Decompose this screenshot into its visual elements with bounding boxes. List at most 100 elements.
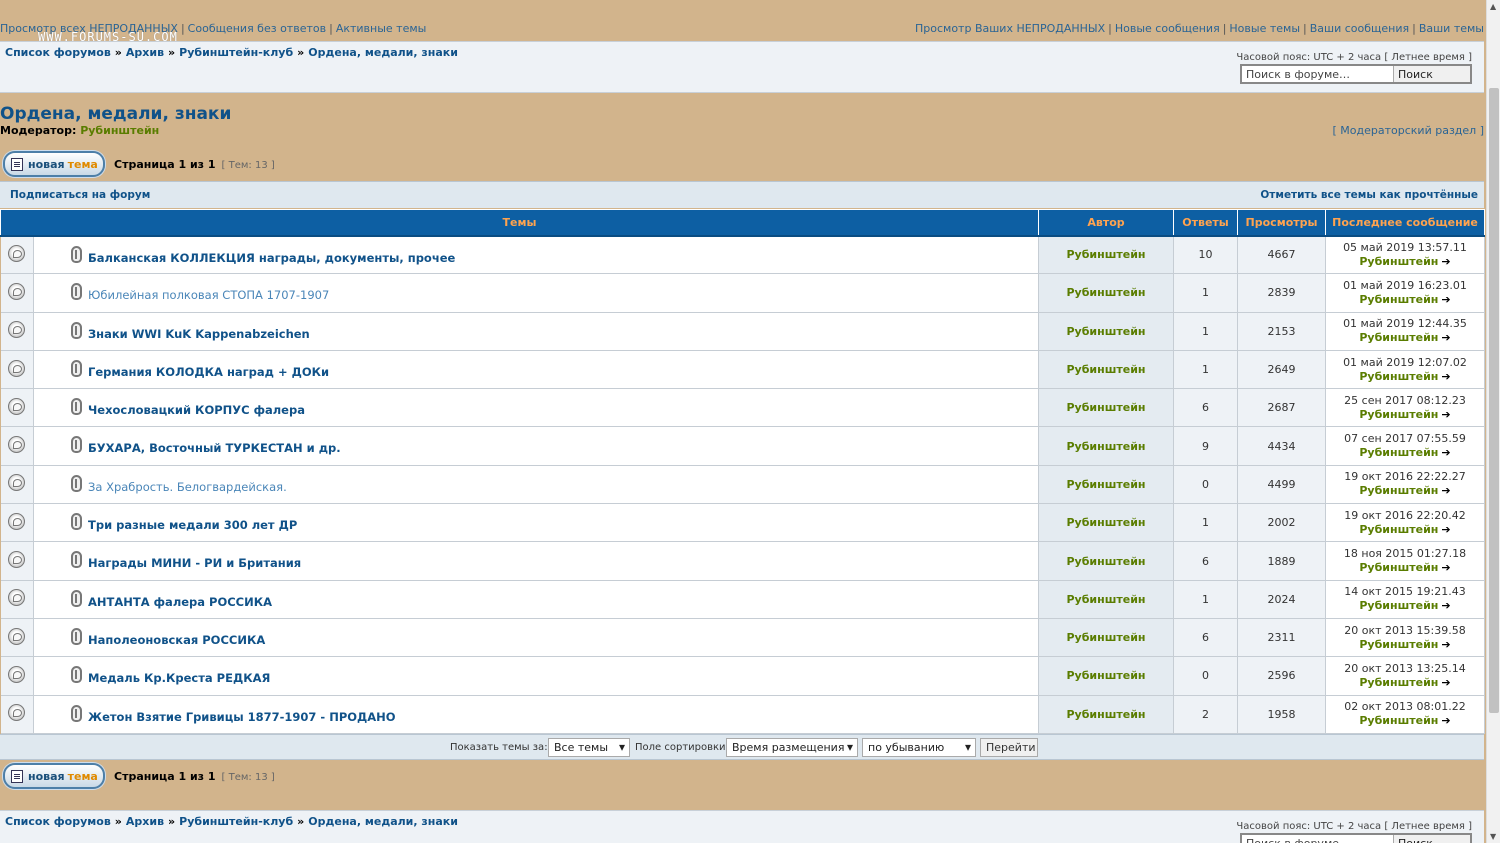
- breadcrumb-current[interactable]: Ордена, медали, знаки: [308, 815, 458, 828]
- topic-author[interactable]: Рубинштейн: [1038, 312, 1174, 351]
- topic-title-link[interactable]: Награды МИНИ - РИ и Британия: [88, 556, 301, 570]
- my-topics-link[interactable]: Ваши темы: [1419, 22, 1484, 35]
- search-button[interactable]: Поиск: [1394, 66, 1470, 82]
- active-topics-link[interactable]: Активные темы: [336, 22, 427, 35]
- search-input[interactable]: Поиск в форуме…: [1242, 66, 1394, 82]
- goto-last-post-icon[interactable]: ➔: [1441, 523, 1450, 537]
- moderator-label: Модератор:: [0, 124, 77, 137]
- last-post-author[interactable]: Рубинштейн: [1359, 599, 1438, 612]
- topic-title-link[interactable]: За Храбрость. Белогвардейская.: [88, 480, 287, 494]
- topic-title-link[interactable]: БУХАРА, Восточный ТУРКЕСТАН и др.: [88, 441, 341, 455]
- goto-last-post-icon[interactable]: ➔: [1441, 331, 1450, 345]
- last-post-author[interactable]: Рубинштейн: [1359, 561, 1438, 574]
- topic-views: 2596: [1237, 656, 1326, 696]
- topic-views: 4667: [1237, 235, 1326, 275]
- topic-title-link[interactable]: Медаль Кр.Креста РЕДКАЯ: [88, 671, 270, 685]
- my-posts-link[interactable]: Ваши сообщения: [1310, 22, 1409, 35]
- breadcrumb-club[interactable]: Рубинштейн-клуб: [179, 815, 293, 828]
- topic-title-link[interactable]: Наполеоновская РОССИКА: [88, 633, 265, 647]
- new-topics-link[interactable]: Новые темы: [1229, 22, 1300, 35]
- topic-author[interactable]: Рубинштейн: [1038, 350, 1174, 390]
- goto-last-post-icon[interactable]: ➔: [1441, 676, 1450, 690]
- topic-title-link[interactable]: Балканская КОЛЛЕКЦИЯ награды, документы,…: [88, 251, 455, 265]
- breadcrumb-archive[interactable]: Архив: [126, 46, 164, 59]
- new-posts-link[interactable]: Новые сообщения: [1115, 22, 1220, 35]
- last-post-author[interactable]: Рубинштейн: [1359, 638, 1438, 651]
- topic-author[interactable]: Рубинштейн: [1038, 541, 1174, 581]
- mark-read-link[interactable]: Отметить все темы как прочтённые: [1260, 189, 1478, 201]
- show-topics-select[interactable]: Все темы: [548, 738, 630, 757]
- breadcrumb-club[interactable]: Рубинштейн-клуб: [179, 46, 293, 59]
- last-post-author[interactable]: Рубинштейн: [1359, 676, 1438, 689]
- last-post-author[interactable]: Рубинштейн: [1359, 331, 1438, 344]
- goto-last-post-icon[interactable]: ➔: [1441, 255, 1450, 269]
- goto-last-post-icon[interactable]: ➔: [1441, 408, 1450, 422]
- last-post-author[interactable]: Рубинштейн: [1359, 714, 1438, 727]
- goto-last-post-icon[interactable]: ➔: [1441, 599, 1450, 613]
- topic-author[interactable]: Рубинштейн: [1038, 388, 1174, 428]
- table-row: Балканская КОЛЛЕКЦИЯ награды, документы,…: [0, 235, 1485, 275]
- last-post-author[interactable]: Рубинштейн: [1359, 523, 1438, 536]
- last-post-author[interactable]: Рубинштейн: [1359, 446, 1438, 459]
- goto-last-post-icon[interactable]: ➔: [1441, 484, 1450, 498]
- topic-author[interactable]: Рубинштейн: [1038, 618, 1174, 658]
- topic-author[interactable]: Рубинштейн: [1038, 580, 1174, 619]
- breadcrumb-forum-list[interactable]: Список форумов: [5, 815, 111, 828]
- breadcrumb-archive[interactable]: Архив: [126, 815, 164, 828]
- new-topic-button[interactable]: новая тема: [3, 151, 105, 177]
- topic-title-link[interactable]: АНТАНТА фалера РОССИКА: [88, 595, 272, 609]
- topic-title-link[interactable]: Знаки WWI KuK Kappenabzeichen: [88, 327, 310, 341]
- topic-author[interactable]: Рубинштейн: [1038, 235, 1174, 275]
- forum-search: Поиск в форуме… Поиск: [1240, 833, 1472, 843]
- paperclip-icon: [71, 436, 82, 454]
- breadcrumb-current[interactable]: Ордена, медали, знаки: [308, 46, 458, 59]
- search-button[interactable]: Поиск: [1394, 835, 1470, 843]
- topic-author[interactable]: Рубинштейн: [1038, 695, 1174, 734]
- goto-last-post-icon[interactable]: ➔: [1441, 638, 1450, 652]
- go-button[interactable]: Перейти: [980, 738, 1038, 757]
- new-topic-button-bottom[interactable]: новая тема: [3, 763, 105, 789]
- topic-title-link[interactable]: Юбилейная полковая СТОПА 1707-1907: [88, 288, 329, 302]
- topic-read-icon: [8, 321, 26, 339]
- goto-last-post-icon[interactable]: ➔: [1441, 714, 1450, 728]
- subscribe-link[interactable]: Подписаться на форум: [10, 189, 150, 201]
- topic-author[interactable]: Рубинштейн: [1038, 503, 1174, 543]
- topic-title-link[interactable]: Германия КОЛОДКА наград + ДОКи: [88, 365, 329, 379]
- moderator-section-link[interactable]: [ Модераторский раздел ]: [1333, 124, 1484, 137]
- goto-last-post-icon[interactable]: ➔: [1441, 293, 1450, 307]
- my-unsold-link[interactable]: Просмотр Ваших НЕПРОДАННЫХ: [915, 22, 1105, 35]
- goto-last-post-icon[interactable]: ➔: [1441, 446, 1450, 460]
- table-row: БУХАРА, Восточный ТУРКЕСТАН и др. Рубиншт…: [0, 426, 1485, 466]
- scroll-down-icon[interactable]: ▼: [1490, 832, 1496, 841]
- sort-order-select[interactable]: по убыванию: [862, 738, 976, 757]
- last-post-author[interactable]: Рубинштейн: [1359, 293, 1438, 306]
- page-title[interactable]: Ордена, медали, знаки: [0, 104, 231, 124]
- scroll-up-icon[interactable]: ▲: [1490, 2, 1496, 11]
- topic-last-post: 18 ноя 2015 01:27.18 Рубинштейн ➔: [1325, 541, 1485, 581]
- moderator-name[interactable]: Рубинштейн: [80, 124, 159, 137]
- unanswered-link[interactable]: Сообщения без ответов: [188, 22, 326, 35]
- topic-author[interactable]: Рубинштейн: [1038, 656, 1174, 696]
- last-post-date: 01 май 2019 12:44.35: [1343, 317, 1467, 331]
- last-post-author[interactable]: Рубинштейн: [1359, 484, 1438, 497]
- topic-author[interactable]: Рубинштейн: [1038, 465, 1174, 505]
- topic-title-link[interactable]: Жетон Взятие Гривицы 1877-1907 - ПРОДАНО: [88, 710, 396, 724]
- topic-author[interactable]: Рубинштейн: [1038, 273, 1174, 313]
- topic-author[interactable]: Рубинштейн: [1038, 426, 1174, 466]
- sort-field-select[interactable]: Время размещения: [726, 738, 858, 757]
- last-post-author[interactable]: Рубинштейн: [1359, 370, 1438, 383]
- topic-read-icon: [8, 397, 26, 415]
- goto-last-post-icon[interactable]: ➔: [1441, 370, 1450, 384]
- column-last-post: Последнее сообщение: [1325, 209, 1485, 237]
- goto-last-post-icon[interactable]: ➔: [1441, 561, 1450, 575]
- scrollbar-thumb[interactable]: [1489, 88, 1499, 713]
- breadcrumb-forum-list[interactable]: Список форумов: [5, 46, 111, 59]
- vertical-scrollbar[interactable]: ▲ ▼: [1486, 0, 1500, 843]
- topic-status-cell: [0, 695, 34, 734]
- topic-title-link[interactable]: Три разные медали 300 лет ДР: [88, 518, 297, 532]
- search-input[interactable]: Поиск в форуме…: [1242, 835, 1394, 843]
- last-post-author[interactable]: Рубинштейн: [1359, 408, 1438, 421]
- last-post-author[interactable]: Рубинштейн: [1359, 255, 1438, 268]
- topic-filter-bar: Показать темы за: Все темы Поле сортиров…: [0, 734, 1484, 760]
- topic-title-link[interactable]: Чехословацкий КОРПУС фалера: [88, 403, 305, 417]
